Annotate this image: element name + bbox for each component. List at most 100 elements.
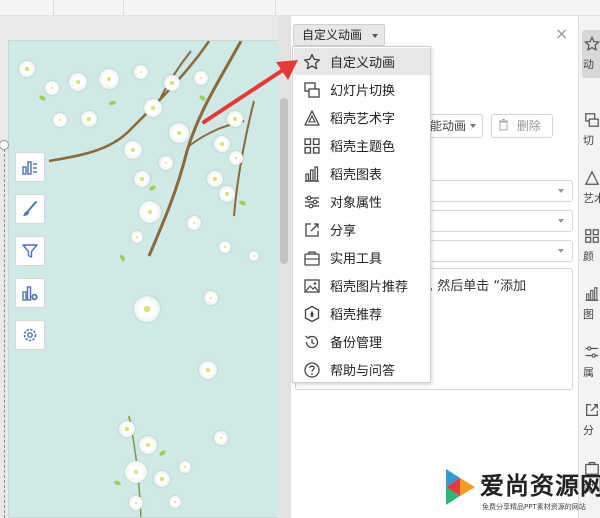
blossom <box>134 171 150 187</box>
blossom <box>69 73 87 91</box>
sidebar-item-animation[interactable]: 动 <box>582 30 600 78</box>
theme-color-icon <box>585 229 599 243</box>
blossom <box>139 436 157 454</box>
delete-animation-button[interactable]: 删除 <box>491 114 553 138</box>
chevron-down-icon <box>470 124 476 128</box>
blossom <box>204 291 218 305</box>
blossom <box>249 251 259 261</box>
help-icon <box>304 361 320 378</box>
sidebar-item-label: 切 <box>583 134 594 147</box>
blossom <box>19 61 35 77</box>
menu-item-share[interactable]: 分享 <box>294 216 430 243</box>
chevron-down-icon <box>558 219 564 223</box>
blossom <box>219 241 231 253</box>
menu-item-theme-color[interactable]: 稻壳主题色 <box>294 132 430 159</box>
menu-item-label: 幻灯片切换 <box>330 84 396 99</box>
picture-icon <box>304 278 320 293</box>
blossom <box>134 296 160 322</box>
trash-icon <box>499 119 508 131</box>
filter-tool-button[interactable] <box>15 236 45 266</box>
menu-item-help[interactable]: 帮助与问答 <box>294 356 430 383</box>
blossom <box>45 81 59 95</box>
watermark-subtitle: 免费分享精品PPT素材资源的网站 <box>482 503 586 511</box>
blossom <box>214 431 228 445</box>
menu-item-tools[interactable]: 实用工具 <box>294 244 430 271</box>
sidebar-item-label: 动 <box>583 58 594 71</box>
menu-item-backup[interactable]: 备份管理 <box>294 328 430 355</box>
top-strip-segment <box>0 0 54 16</box>
sidebar-item-theme-color[interactable]: 颜 <box>582 222 600 270</box>
sidebar-item-properties[interactable]: 属 <box>582 338 600 386</box>
sidebar-item-label: 颜 <box>583 250 594 263</box>
share-icon <box>586 404 598 416</box>
top-strip-segment <box>124 0 276 16</box>
backup-icon <box>305 335 319 348</box>
site-watermark: 爱尚资源网 免费分享精品PPT素材资源的网站 <box>440 462 600 518</box>
filter-icon <box>22 244 38 258</box>
animation-hint-text: 素, 然后单击 “添加 <box>416 279 527 294</box>
blossom <box>214 136 230 152</box>
object-properties-icon <box>305 195 319 208</box>
menu-item-label: 稻壳图表 <box>330 168 383 183</box>
watermark-title: 爱尚资源网 <box>480 472 600 500</box>
settings-icon <box>23 328 37 342</box>
menu-item-label: 稻壳图片推荐 <box>330 280 409 295</box>
menu-item-chart[interactable]: 稻壳图表 <box>294 160 430 187</box>
delete-label: 删除 <box>516 119 541 133</box>
menu-item-label: 稻壳艺术字 <box>330 112 396 127</box>
blossom <box>131 231 143 243</box>
blossom <box>154 471 170 487</box>
play-logo-icon <box>444 467 477 507</box>
blossom <box>124 141 142 159</box>
right-sidebar: 动 切 艺术 颜 图 属 分 实 <box>578 16 600 518</box>
chart-icon <box>22 161 37 175</box>
menu-item-label: 帮助与问答 <box>330 364 396 379</box>
blossom <box>129 496 143 510</box>
menu-item-label: 自定义动画 <box>330 56 396 71</box>
smart-animation-label: 能动画 <box>430 119 467 133</box>
add-chart-tool-button[interactable] <box>15 278 45 308</box>
menu-item-label: 稻壳推荐 <box>330 308 383 323</box>
task-pane-title: 自定义动画 <box>302 28 363 42</box>
chart-icon <box>305 165 319 182</box>
sidebar-item-share[interactable]: 分 <box>582 396 600 444</box>
sidebar-item-label: 图 <box>583 308 594 321</box>
blossom <box>169 123 189 143</box>
share-icon <box>305 222 319 237</box>
blossom <box>125 461 147 483</box>
settings-tool-button[interactable] <box>15 320 45 350</box>
selection-guide-line <box>4 144 5 518</box>
blossom <box>169 496 181 508</box>
slide-transition-icon <box>585 113 599 127</box>
menu-item-custom-animation[interactable]: 自定义动画 <box>294 48 430 75</box>
menu-item-label: 实用工具 <box>330 252 383 267</box>
chart-tool-button[interactable] <box>15 152 45 182</box>
blossom <box>187 216 201 230</box>
chevron-down-icon <box>558 249 564 253</box>
task-pane-switcher[interactable]: 自定义动画 <box>293 24 386 46</box>
blossom <box>99 69 119 89</box>
sidebar-item-chart[interactable]: 图 <box>582 280 600 328</box>
top-strip <box>0 0 600 16</box>
style-tool-button[interactable] <box>15 194 45 224</box>
menu-item-art-text[interactable]: 稻壳艺术字 <box>294 104 430 131</box>
task-pane-menu: 自定义动画 幻灯片切换 稻壳艺术字 稻壳主题色 稻壳图表 对象属性 分享 实用工… <box>292 46 431 383</box>
blossom <box>81 111 97 127</box>
sidebar-item-transition[interactable]: 切 <box>582 106 600 154</box>
chevron-down-icon <box>372 34 379 38</box>
blossom <box>219 186 235 202</box>
star-icon <box>584 36 600 52</box>
brush-icon <box>23 201 37 216</box>
close-icon[interactable]: × <box>555 24 568 43</box>
menu-item-object-properties[interactable]: 对象属性 <box>294 188 430 215</box>
blossom <box>144 99 162 117</box>
menu-item-recommend[interactable]: 稻壳推荐 <box>294 300 430 327</box>
menu-item-picture-recommend[interactable]: 稻壳图片推荐 <box>294 272 430 299</box>
sidebar-item-art-text[interactable]: 艺术 <box>582 164 600 212</box>
theme-color-icon <box>304 137 320 154</box>
chart-icon <box>585 287 599 301</box>
blossom <box>229 151 243 165</box>
annotation-arrow <box>202 60 298 124</box>
menu-item-label: 分享 <box>330 224 357 239</box>
menu-item-slide-transition[interactable]: 幻灯片切换 <box>294 76 430 103</box>
